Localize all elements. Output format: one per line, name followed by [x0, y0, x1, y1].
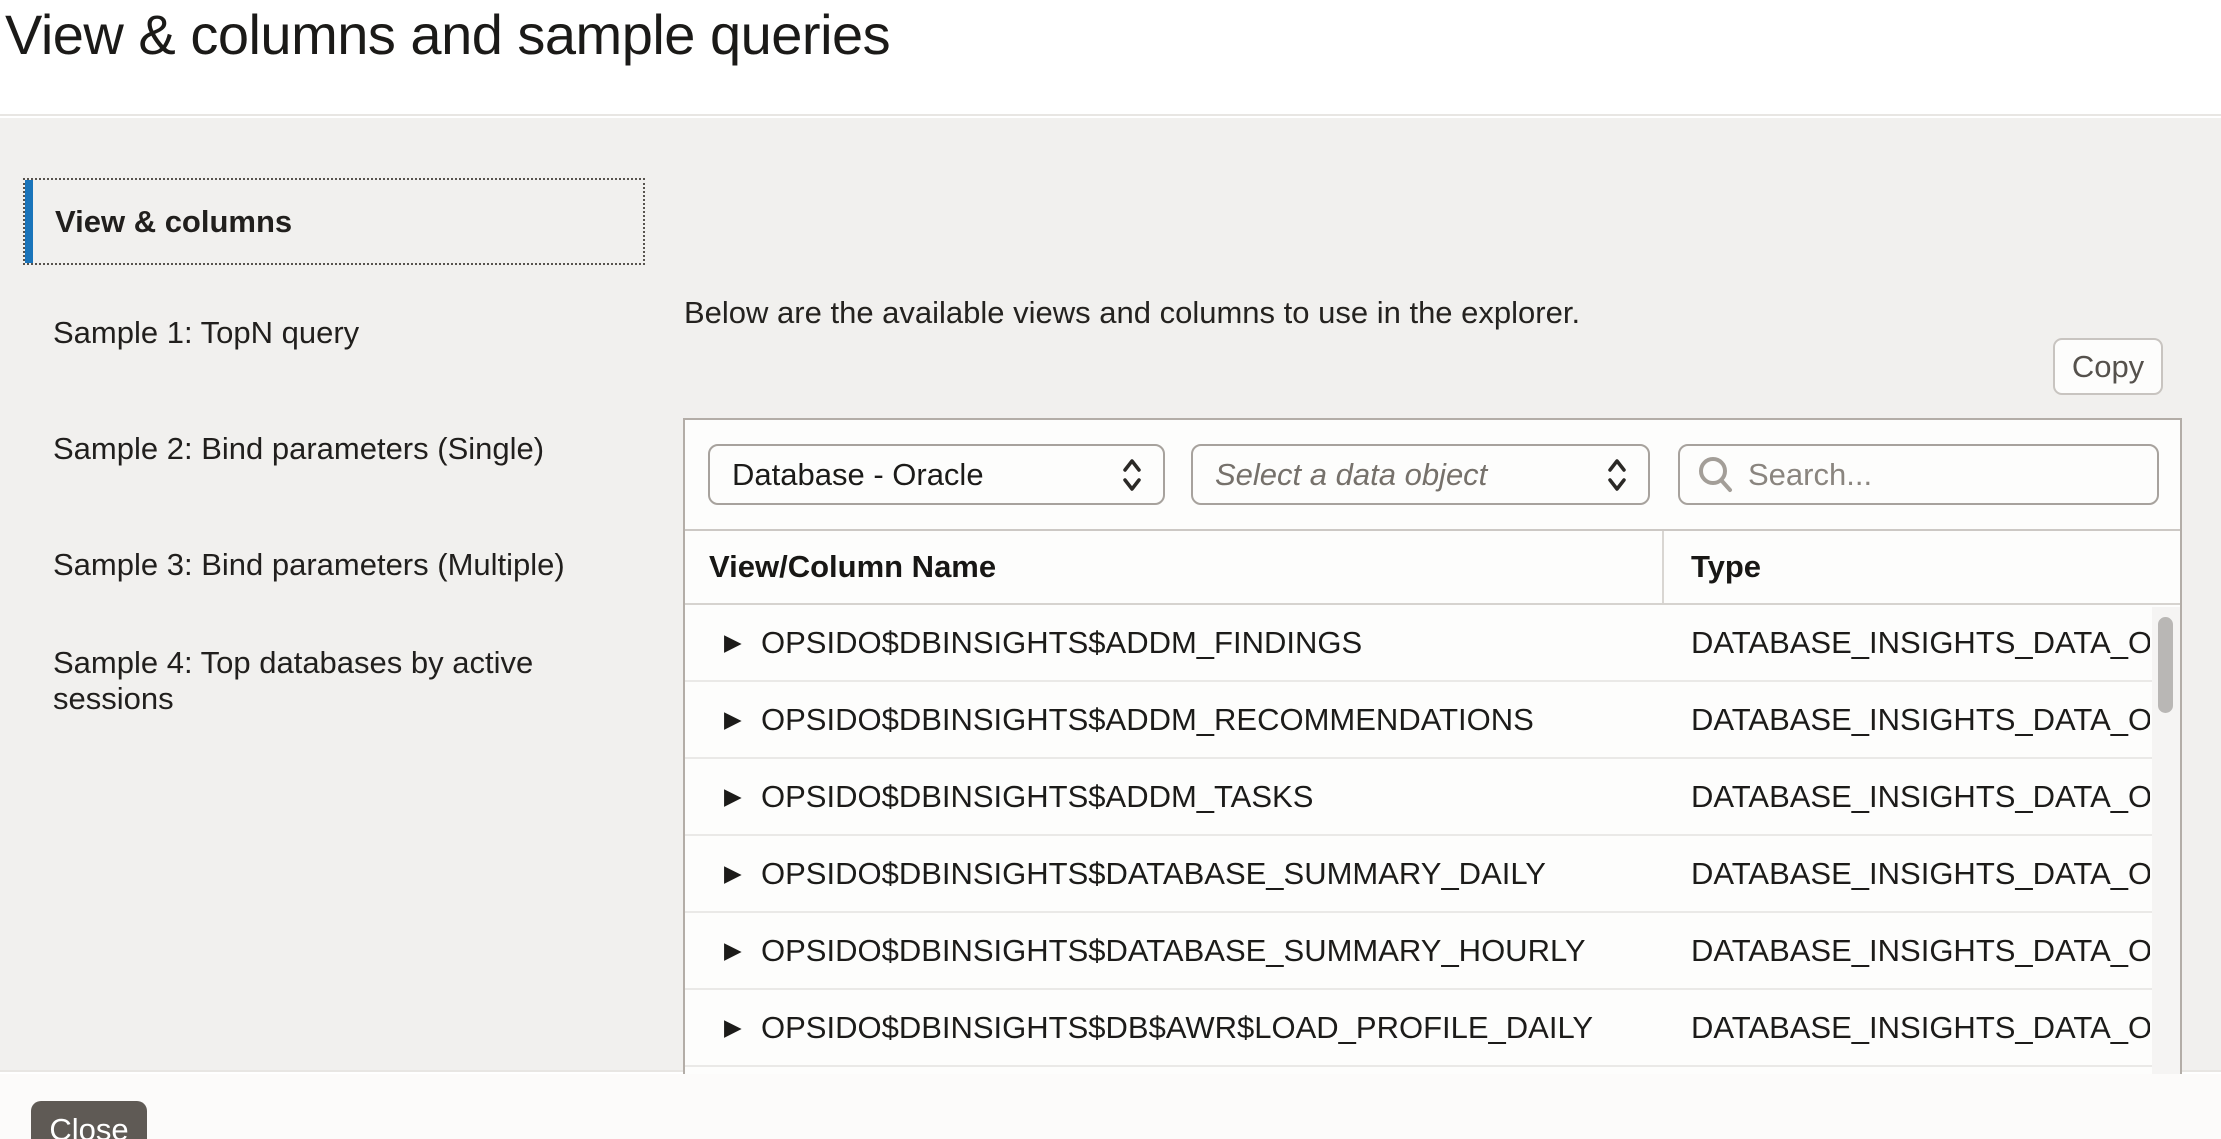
column-header-view-column-name[interactable]: View/Column Name — [685, 531, 1664, 603]
column-header-type[interactable]: Type — [1664, 531, 2180, 603]
sidebar-item-label: View & columns — [33, 204, 292, 240]
table-row[interactable]: ▶ OPSIDO$DBINSIGHTS$DB$AWR$LOAD_PROFILE_… — [685, 990, 2180, 1067]
sidebar-item-sample-4[interactable]: Sample 4: Top databases by active sessio… — [23, 623, 645, 739]
close-button[interactable]: Close — [31, 1101, 147, 1139]
view-type: DATABASE_INSIGHTS_DATA_OBJECT — [1664, 933, 2150, 969]
sidebar-item-label: Sample 3: Bind parameters (Multiple) — [53, 547, 565, 583]
database-select[interactable]: Database - Oracle — [708, 444, 1165, 505]
view-name: OPSIDO$DBINSIGHTS$DATABASE_SUMMARY_HOURL… — [761, 933, 1586, 969]
view-type: DATABASE_INSIGHTS_DATA_OBJECT — [1664, 856, 2150, 892]
dialog-content: View & columns Sample 1: TopN query Samp… — [0, 118, 2221, 1072]
data-object-select[interactable]: Select a data object — [1191, 444, 1650, 505]
view-name: OPSIDO$DBINSIGHTS$ADDM_TASKS — [761, 779, 1313, 815]
expand-row-icon[interactable]: ▶ — [724, 631, 744, 654]
sidebar-item-label: Sample 1: TopN query — [53, 315, 359, 351]
updown-chevrons-icon — [1119, 455, 1145, 495]
view-type: DATABASE_INSIGHTS_DATA_OBJECT — [1664, 1010, 2150, 1046]
view-name: OPSIDO$DBINSIGHTS$DB$AWR$LOAD_PROFILE_DA… — [761, 1010, 1593, 1046]
expand-row-icon[interactable]: ▶ — [724, 939, 744, 962]
view-name: OPSIDO$DBINSIGHTS$DATABASE_SUMMARY_DAILY — [761, 856, 1546, 892]
sidebar-item-label: Sample 4: Top databases by active sessio… — [53, 645, 645, 717]
view-type: DATABASE_INSIGHTS_DATA_OBJECT — [1664, 625, 2150, 661]
view-name-cell: ▶ OPSIDO$DBINSIGHTS$DB$AWR$LOAD_PROFILE_… — [685, 1010, 1664, 1046]
expand-row-icon[interactable]: ▶ — [724, 708, 744, 731]
table-row[interactable]: ▶ OPSIDO$DBINSIGHTS$ADDM_FINDINGS DATABA… — [685, 605, 2180, 682]
view-type: DATABASE_INSIGHTS_DATA_OBJECT — [1664, 702, 2150, 738]
view-name-cell: ▶ OPSIDO$DBINSIGHTS$ADDM_TASKS — [685, 779, 1664, 815]
selected-accent-bar — [25, 180, 33, 263]
sidebar-item-sample-1[interactable]: Sample 1: TopN query — [23, 275, 645, 391]
sidebar-item-sample-2[interactable]: Sample 2: Bind parameters (Single) — [23, 391, 645, 507]
view-name-cell: ▶ OPSIDO$DBINSIGHTS$ADDM_FINDINGS — [685, 625, 1664, 661]
sidebar-item-label: Sample 2: Bind parameters (Single) — [53, 431, 544, 467]
view-name: OPSIDO$DBINSIGHTS$ADDM_RECOMMENDATIONS — [761, 702, 1534, 738]
view-name-cell: ▶ OPSIDO$DBINSIGHTS$DATABASE_SUMMARY_DAI… — [685, 856, 1664, 892]
close-button-label: Close — [49, 1112, 128, 1139]
search-box — [1678, 444, 2159, 505]
table-row[interactable]: ▶ OPSIDO$DBINSIGHTS$ADDM_RECOMMENDATIONS… — [685, 682, 2180, 759]
sidebar-item-view-columns[interactable]: View & columns — [23, 178, 645, 265]
database-select-value: Database - Oracle — [732, 457, 1119, 493]
view-name-cell: ▶ OPSIDO$DBINSIGHTS$DATABASE_SUMMARY_HOU… — [685, 933, 1664, 969]
table-header: View/Column Name Type — [685, 531, 2180, 605]
vertical-scrollbar-thumb[interactable] — [2158, 617, 2173, 713]
dialog-title-band: View & columns and sample queries — [0, 0, 2221, 116]
copy-button[interactable]: Copy — [2053, 338, 2163, 395]
expand-row-icon[interactable]: ▶ — [724, 1016, 744, 1039]
view-name-cell: ▶ OPSIDO$DBINSIGHTS$ADDM_RECOMMENDATIONS — [685, 702, 1664, 738]
table-row[interactable]: ▶ OPSIDO$DBINSIGHTS$DATABASE_SUMMARY_HOU… — [685, 913, 2180, 990]
view-name: OPSIDO$DBINSIGHTS$ADDM_FINDINGS — [761, 625, 1362, 661]
sidebar-item-sample-3[interactable]: Sample 3: Bind parameters (Multiple) — [23, 507, 645, 623]
table-body: ▶ OPSIDO$DBINSIGHTS$ADDM_FINDINGS DATABA… — [685, 605, 2180, 1067]
table-row[interactable]: ▶ OPSIDO$DBINSIGHTS$DATABASE_SUMMARY_DAI… — [685, 836, 2180, 913]
views-columns-panel: Database - Oracle Select a data object — [683, 418, 2182, 1125]
vertical-scrollbar[interactable] — [2152, 607, 2180, 1092]
sidebar-nav: View & columns Sample 1: TopN query Samp… — [23, 178, 645, 739]
search-icon — [1694, 453, 1738, 497]
expand-row-icon[interactable]: ▶ — [724, 862, 744, 885]
updown-chevrons-icon — [1604, 455, 1630, 495]
copy-button-label: Copy — [2072, 349, 2144, 385]
filter-bar: Database - Oracle Select a data object — [685, 420, 2180, 531]
data-object-select-placeholder: Select a data object — [1215, 457, 1604, 493]
expand-row-icon[interactable]: ▶ — [724, 785, 744, 808]
view-type: DATABASE_INSIGHTS_DATA_OBJECT — [1664, 779, 2150, 815]
search-input[interactable] — [1748, 457, 2147, 493]
dialog-footer: Close — [0, 1074, 2221, 1139]
page-title: View & columns and sample queries — [5, 2, 890, 67]
explorer-description: Below are the available views and column… — [684, 295, 1580, 331]
table-row[interactable]: ▶ OPSIDO$DBINSIGHTS$ADDM_TASKS DATABASE_… — [685, 759, 2180, 836]
